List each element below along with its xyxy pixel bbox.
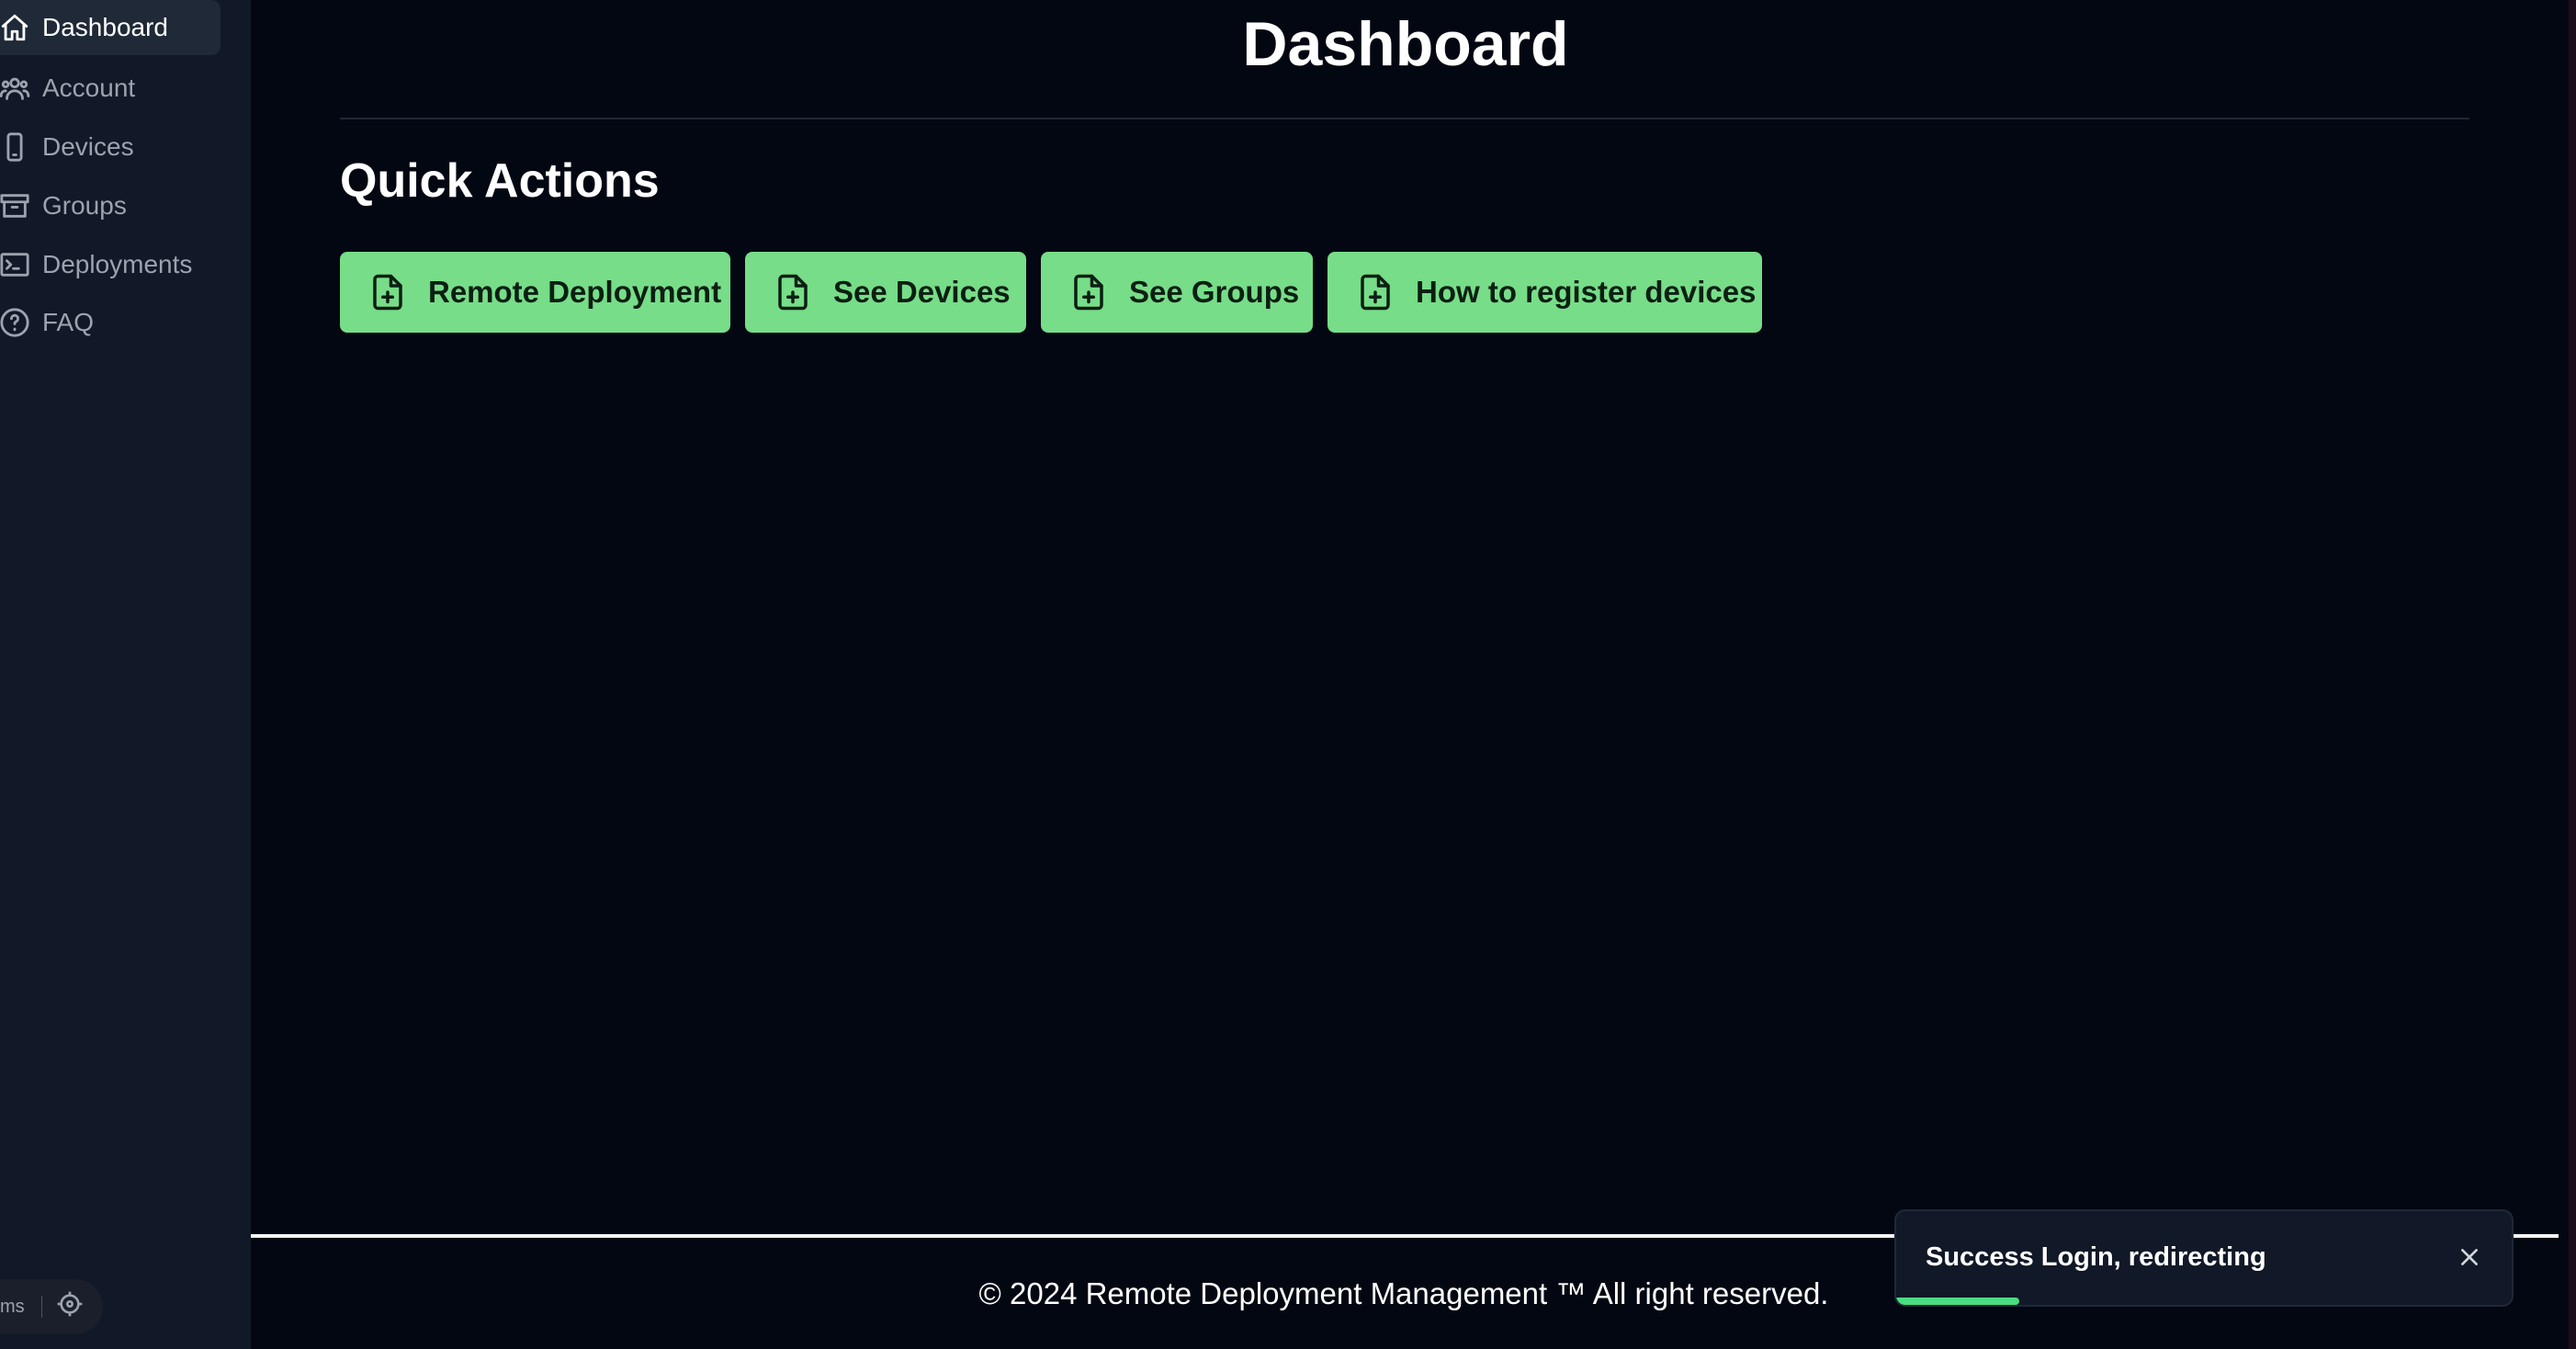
sidebar: Dashboard Account Devices Groups Deploym… bbox=[0, 0, 251, 1349]
sidebar-item-label: FAQ bbox=[42, 308, 95, 336]
sidebar-item-groups[interactable]: Groups bbox=[0, 178, 220, 233]
register-devices-button[interactable]: How to register devices bbox=[1328, 252, 1762, 333]
crosshair-icon[interactable] bbox=[55, 1289, 85, 1324]
see-groups-button[interactable]: See Groups bbox=[1041, 252, 1313, 333]
toast-message: Success Login, redirecting bbox=[1926, 1242, 2266, 1272]
home-icon bbox=[0, 11, 31, 44]
sidebar-item-faq[interactable]: FAQ bbox=[0, 295, 220, 350]
window-edge bbox=[2569, 0, 2576, 1349]
sidebar-item-dashboard[interactable]: Dashboard bbox=[0, 0, 220, 55]
divider bbox=[340, 118, 2469, 119]
button-label: See Groups bbox=[1129, 275, 1300, 309]
page-title: Dashboard bbox=[1242, 9, 1569, 79]
users-icon bbox=[0, 72, 31, 105]
mini-bar-label: ms bbox=[0, 1296, 25, 1317]
sidebar-item-label: Dashboard bbox=[42, 13, 168, 41]
file-plus-icon bbox=[1355, 272, 1395, 312]
remote-deployment-button[interactable]: Remote Deployment bbox=[340, 252, 730, 333]
file-plus-icon bbox=[367, 272, 408, 312]
button-label: How to register devices bbox=[1416, 275, 1757, 309]
help-circle-icon bbox=[0, 306, 31, 339]
quick-actions-title: Quick Actions bbox=[340, 154, 660, 208]
close-icon[interactable] bbox=[2451, 1239, 2488, 1275]
file-plus-icon bbox=[1068, 272, 1109, 312]
button-label: See Devices bbox=[833, 275, 1011, 309]
devtools-mini-bar[interactable]: ms bbox=[0, 1279, 103, 1334]
smartphone-icon bbox=[0, 130, 31, 164]
file-plus-icon bbox=[773, 272, 813, 312]
button-label: Remote Deployment bbox=[428, 275, 722, 309]
divider bbox=[40, 1296, 42, 1318]
terminal-icon bbox=[0, 248, 31, 281]
toast-notification: Success Login, redirecting bbox=[1894, 1209, 2514, 1307]
sidebar-item-devices[interactable]: Devices bbox=[0, 119, 220, 175]
toast-progress-bar bbox=[1896, 1298, 2019, 1305]
sidebar-item-label: Deployments bbox=[42, 250, 193, 278]
sidebar-item-deployments[interactable]: Deployments bbox=[0, 237, 220, 292]
sidebar-item-label: Devices bbox=[42, 132, 134, 161]
archive-box-icon bbox=[0, 189, 31, 222]
sidebar-item-account[interactable]: Account bbox=[0, 61, 220, 116]
sidebar-item-label: Groups bbox=[42, 191, 127, 220]
see-devices-button[interactable]: See Devices bbox=[745, 252, 1026, 333]
sidebar-item-label: Account bbox=[42, 74, 136, 102]
